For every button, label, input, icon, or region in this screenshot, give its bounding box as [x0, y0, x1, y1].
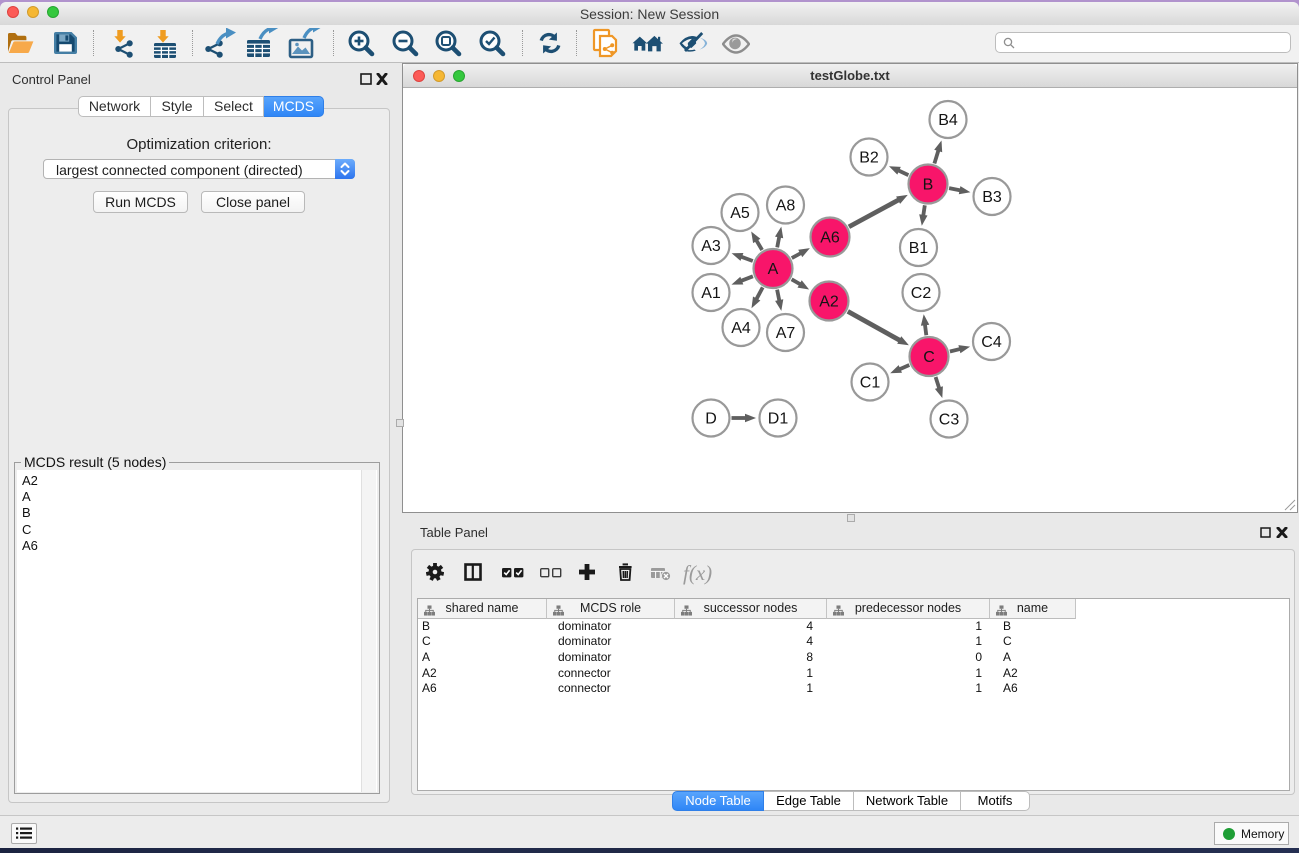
svg-text:C4: C4 — [981, 334, 1002, 351]
svg-text:A: A — [768, 261, 779, 278]
svg-text:D: D — [705, 411, 717, 428]
svg-text:C: C — [923, 349, 935, 366]
svg-text:A6: A6 — [820, 230, 840, 247]
svg-text:B1: B1 — [909, 240, 929, 257]
svg-text:A8: A8 — [776, 198, 796, 215]
svg-text:C2: C2 — [911, 285, 932, 302]
svg-text:B2: B2 — [859, 150, 879, 167]
svg-text:A2: A2 — [819, 294, 839, 311]
svg-text:B4: B4 — [938, 112, 958, 129]
svg-text:A5: A5 — [730, 205, 750, 222]
svg-text:A4: A4 — [731, 320, 751, 337]
svg-text:B: B — [923, 177, 934, 194]
svg-text:C3: C3 — [939, 412, 960, 429]
svg-text:A7: A7 — [776, 325, 796, 342]
svg-text:A3: A3 — [701, 238, 721, 255]
svg-text:D1: D1 — [768, 411, 789, 428]
svg-text:B3: B3 — [982, 189, 1002, 206]
svg-text:C1: C1 — [860, 375, 881, 392]
svg-text:A1: A1 — [701, 285, 721, 302]
